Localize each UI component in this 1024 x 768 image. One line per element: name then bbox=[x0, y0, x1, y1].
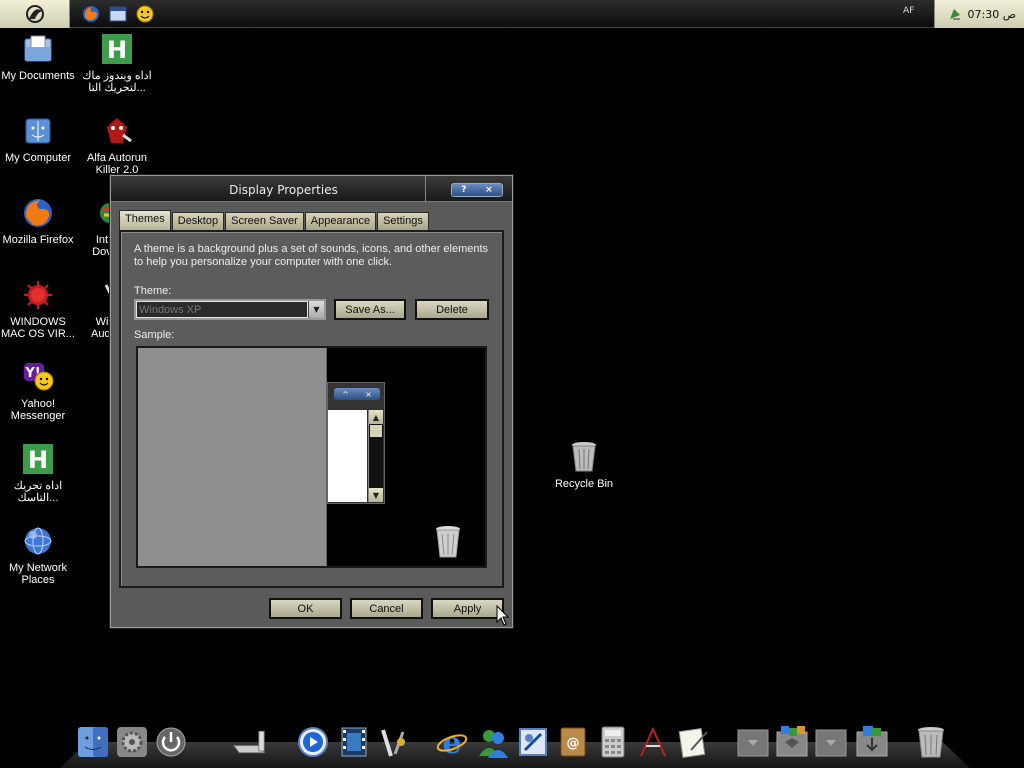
textedit-icon[interactable] bbox=[636, 718, 670, 758]
h-app-icon: H bbox=[100, 32, 134, 66]
desktop-icon-my-computer[interactable]: My Computer bbox=[0, 114, 78, 164]
tools-icon[interactable] bbox=[376, 718, 410, 758]
ok-button[interactable]: OK bbox=[269, 598, 342, 619]
save-as-button[interactable]: Save As... bbox=[334, 299, 406, 320]
calculator-icon[interactable] bbox=[596, 718, 630, 758]
firefox-icon bbox=[21, 196, 55, 230]
desktop-icon-yahoo-messenger[interactable]: Y! Yahoo! Messenger bbox=[0, 360, 78, 422]
downloads-stack-icon[interactable] bbox=[855, 718, 889, 758]
title-buttons: ? × bbox=[451, 183, 503, 197]
start-logo-icon bbox=[25, 5, 44, 23]
scroll-thumb bbox=[370, 425, 382, 437]
sample-window-title: ^ × bbox=[328, 388, 386, 402]
tab-settings[interactable]: Settings bbox=[377, 212, 429, 230]
title-separator bbox=[425, 176, 426, 202]
help-button[interactable]: ? bbox=[461, 185, 466, 195]
sample-window-body bbox=[328, 410, 367, 502]
applications-stack-icon[interactable] bbox=[775, 718, 809, 758]
desktop-icon-my-network-places[interactable]: My Network Places bbox=[0, 524, 78, 586]
scroll-up-icon: ▲ bbox=[369, 410, 383, 424]
drive-icon[interactable] bbox=[232, 718, 266, 758]
network-status-icon[interactable] bbox=[948, 7, 962, 21]
sample-background bbox=[138, 348, 327, 566]
desktop-icon-my-documents[interactable]: My Documents bbox=[0, 32, 78, 82]
theme-sample-preview: ^ × ▲ ▼ bbox=[136, 346, 487, 568]
sample-label: Sample: bbox=[134, 329, 175, 341]
shutdown-icon[interactable] bbox=[154, 718, 188, 758]
svg-text:e: e bbox=[442, 726, 461, 758]
dialog-title-bar[interactable]: Display Properties ? × bbox=[111, 176, 512, 202]
svg-text:@: @ bbox=[567, 736, 580, 751]
stack-icon[interactable] bbox=[814, 718, 848, 758]
sample-scrollbar: ▲ ▼ bbox=[368, 410, 383, 502]
close-button[interactable]: × bbox=[485, 185, 493, 195]
chevron-down-icon[interactable]: ▼ bbox=[308, 301, 324, 318]
h-app-icon: H bbox=[21, 442, 55, 476]
stack-icon[interactable] bbox=[736, 718, 770, 758]
tab-screen-saver[interactable]: Screen Saver bbox=[225, 212, 304, 230]
language-indicator[interactable]: AF bbox=[903, 6, 914, 16]
system-preferences-icon[interactable] bbox=[115, 718, 149, 758]
internet-explorer-icon[interactable]: e bbox=[435, 718, 469, 758]
theme-dropdown[interactable]: Windows XP ▼ bbox=[134, 299, 326, 320]
yahoo-icon: Y! bbox=[21, 360, 55, 394]
quicktime-icon[interactable] bbox=[296, 718, 330, 758]
cancel-button[interactable]: Cancel bbox=[350, 598, 423, 619]
desktop: AF ص 07:30 My Documents H اداه ويندوز ما… bbox=[0, 0, 1024, 768]
desktop-icon-recycle-bin[interactable]: Recycle Bin bbox=[552, 441, 616, 490]
scroll-down-icon: ▼ bbox=[369, 488, 383, 502]
mouse-cursor-icon bbox=[496, 605, 510, 626]
desktop-icon-alfa-autorun[interactable]: Alfa Autorun Killer 2.0 bbox=[77, 114, 157, 176]
recycle-bin-icon bbox=[572, 442, 596, 472]
sample-window: ^ × ▲ ▼ bbox=[327, 382, 385, 504]
clock: ص 07:30 bbox=[967, 7, 1017, 21]
finder-icon[interactable] bbox=[76, 718, 110, 758]
top-menu-bar: AF ص 07:30 bbox=[0, 0, 1024, 28]
tab-bar: Themes Desktop Screen Saver Appearance S… bbox=[119, 210, 430, 230]
dialog-title: Display Properties bbox=[229, 183, 338, 197]
trash-icon[interactable] bbox=[914, 718, 948, 758]
folder-icon bbox=[21, 32, 55, 66]
alfa-autorun-icon bbox=[100, 114, 134, 148]
theme-description: A theme is a background plus a set of so… bbox=[134, 243, 489, 268]
start-button[interactable] bbox=[0, 0, 70, 28]
network-icon bbox=[21, 524, 55, 558]
desktop-icon-mac-tool[interactable]: H اداه ويندوز ماك لتحريك التا... bbox=[77, 32, 157, 94]
svg-text:H: H bbox=[107, 36, 127, 64]
smiley-icon[interactable] bbox=[136, 5, 154, 23]
tab-themes[interactable]: Themes bbox=[119, 210, 171, 230]
tab-desktop[interactable]: Desktop bbox=[171, 212, 225, 230]
delete-button[interactable]: Delete bbox=[415, 299, 489, 320]
svg-text:H: H bbox=[28, 446, 48, 474]
theme-label: Theme: bbox=[134, 285, 172, 297]
sample-window-buttons: ^ × bbox=[334, 388, 380, 400]
address-book-icon[interactable]: @ bbox=[556, 718, 590, 758]
display-properties-dialog: Display Properties ? × Themes Desktop Sc… bbox=[110, 175, 513, 628]
firefox-icon[interactable] bbox=[82, 5, 100, 23]
sample-trash-icon bbox=[436, 526, 460, 558]
media-icon[interactable] bbox=[337, 718, 371, 758]
msn-icon[interactable] bbox=[476, 718, 510, 758]
desktop-icon-taskbar-tool[interactable]: H اداه تحريك التاسك... bbox=[0, 442, 78, 504]
computer-icon bbox=[21, 114, 55, 148]
clock-area[interactable]: ص 07:30 bbox=[934, 0, 1024, 28]
tab-appearance[interactable]: Appearance bbox=[304, 212, 377, 230]
themes-panel: A theme is a background plus a set of so… bbox=[119, 230, 504, 588]
window-icon[interactable] bbox=[109, 5, 127, 23]
apply-button[interactable]: Apply bbox=[431, 598, 504, 619]
theme-dropdown-value: Windows XP bbox=[136, 301, 308, 318]
virus-icon bbox=[21, 278, 55, 312]
mail-icon[interactable] bbox=[516, 718, 550, 758]
notes-icon[interactable] bbox=[676, 718, 710, 758]
